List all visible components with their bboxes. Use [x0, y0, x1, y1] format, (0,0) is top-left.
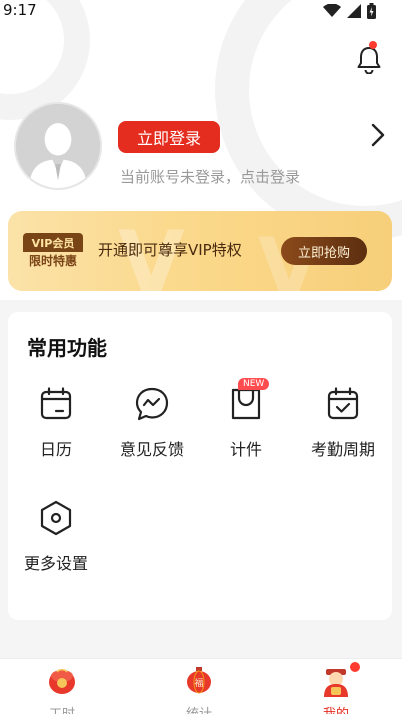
func-item-calendar[interactable]: 日历 [8, 384, 104, 470]
svg-text:福: 福 [194, 677, 203, 689]
func-item-label: 更多设置 [23, 554, 88, 573]
func-item-attendance-cycle[interactable]: 考勤周期 [295, 384, 391, 470]
tab-label: 工时 [49, 703, 75, 714]
tab-work-hours[interactable]: 工时 [22, 665, 102, 714]
default-avatar-icon [16, 104, 100, 188]
tab-statistics[interactable]: 福 统计 [159, 665, 239, 714]
shopping-bag-icon: NEW [226, 378, 270, 424]
vip-buy-button[interactable]: 立即抢购 [281, 237, 367, 265]
vip-logo-top: VIP会员 [23, 233, 83, 252]
func-item-label: 计件 [229, 440, 262, 459]
vip-logo: VIP会员 限时特惠 [23, 233, 83, 269]
calendar-check-icon [323, 384, 363, 424]
lantern-icon: 福 [183, 665, 215, 697]
vip-banner[interactable]: V V VIP会员 限时特惠 开通即可尊享VIP特权 立即抢购 [8, 211, 392, 291]
func-item-label: 意见反馈 [119, 440, 184, 459]
battery-icon [367, 3, 376, 19]
func-item-piecework[interactable]: NEW 计件 [198, 378, 294, 470]
tab-mine[interactable]: 我的 [296, 665, 376, 714]
common-functions-card: 常用功能 日历 意见反馈 NEW 计件 考勤周期 更多设置 [8, 312, 392, 620]
signal-icon [347, 4, 361, 18]
login-button[interactable]: 立即登录 [118, 121, 220, 153]
vip-text: 开通即可尊享VIP特权 [98, 241, 242, 259]
status-bar: 9:17 [0, 0, 402, 22]
new-badge: NEW [238, 378, 270, 390]
wifi-icon [323, 4, 341, 17]
avatar[interactable] [14, 102, 102, 190]
calendar-icon [36, 384, 76, 424]
func-item-feedback[interactable]: 意见反馈 [104, 384, 200, 470]
func-item-label: 日历 [39, 440, 72, 459]
status-time: 9:17 [3, 1, 37, 19]
bottom-tab-bar: 工时 福 统计 我的 [0, 658, 402, 714]
section-title: 常用功能 [27, 336, 107, 360]
fortune-god-icon [320, 665, 352, 697]
func-item-more-settings[interactable]: 更多设置 [8, 498, 104, 584]
notification-dot [369, 41, 377, 49]
tab-label: 统计 [186, 703, 212, 714]
settings-hexagon-icon [36, 498, 76, 538]
status-icons [323, 3, 376, 19]
vip-logo-bottom: 限时特惠 [28, 254, 77, 268]
notification-dot [350, 662, 360, 672]
chevron-right-icon[interactable] [368, 122, 388, 148]
red-envelope-icon [46, 665, 78, 697]
tab-label: 我的 [323, 703, 349, 714]
func-item-label: 考勤周期 [310, 440, 375, 459]
login-hint[interactable]: 当前账号未登录，点击登录 [120, 166, 300, 187]
background-decoration [215, 0, 402, 240]
bell-icon[interactable] [354, 44, 384, 74]
profile-header: 9:17 立即登录 当前账号未登录，点击登录 V V VIP会员 限时特惠 开通 [0, 0, 402, 300]
feedback-icon [132, 384, 172, 424]
